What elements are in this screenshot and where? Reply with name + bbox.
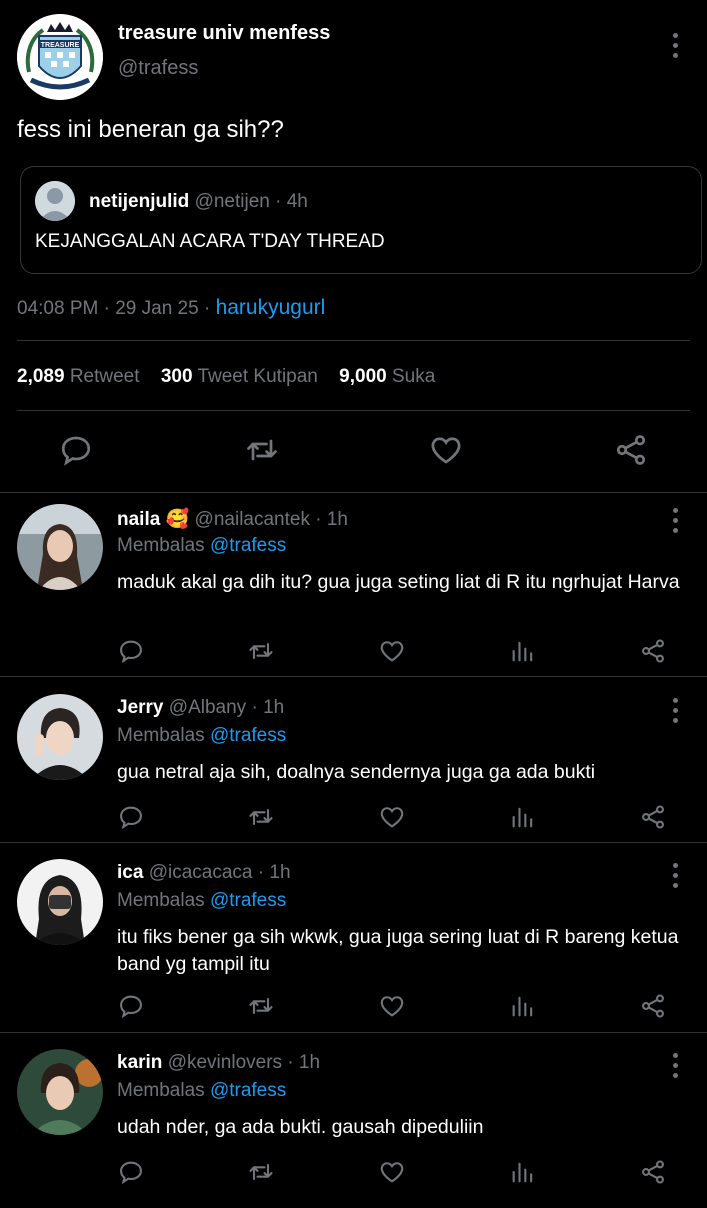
- heart-icon[interactable]: [428, 432, 464, 468]
- quoted-author-handle: @netijen: [194, 191, 270, 212]
- reply-tweet[interactable]: ica @icacacaca · 1h Membalas @trafess it…: [0, 848, 707, 1033]
- replying-to-link[interactable]: @trafess: [210, 1080, 286, 1101]
- author-handle[interactable]: @trafess: [118, 57, 198, 80]
- more-options-icon[interactable]: [669, 508, 681, 533]
- views-icon[interactable]: [509, 803, 537, 831]
- reply-icon[interactable]: [117, 992, 145, 1020]
- reply-tweet[interactable]: naila 🥰 @nailacantek · 1h Membalas @traf…: [0, 493, 707, 677]
- reply-icon[interactable]: [58, 432, 94, 468]
- reply-icon[interactable]: [117, 803, 145, 831]
- reply-actions: [117, 637, 677, 665]
- reply-icon[interactable]: [117, 637, 145, 665]
- reply-author-handle[interactable]: @kevinlovers: [168, 1052, 282, 1073]
- reply-tweet[interactable]: karin @kevinlovers · 1h Membalas @trafes…: [0, 1038, 707, 1208]
- retweet-icon[interactable]: [247, 803, 275, 831]
- reply-avatar[interactable]: [17, 1049, 103, 1135]
- like-stat[interactable]: 9,000 Suka: [339, 366, 435, 387]
- replying-to-label: Membalas: [117, 535, 205, 556]
- heart-icon[interactable]: [378, 803, 406, 831]
- more-options-icon[interactable]: [669, 33, 681, 58]
- reply-author-handle[interactable]: @icacacaca: [149, 862, 253, 883]
- reply-text: itu fiks bener ga sih wkwk, gua juga ser…: [117, 926, 679, 975]
- quoted-tweet[interactable]: netijenjulid @netijen · 4h KEJANGGALAN A…: [20, 166, 702, 274]
- share-icon[interactable]: [639, 637, 667, 665]
- reply-time: 1h: [269, 862, 291, 883]
- share-icon[interactable]: [639, 992, 667, 1020]
- tweet-date: 29 Jan 25: [115, 298, 199, 319]
- reply-author-handle[interactable]: @Albany: [169, 697, 246, 718]
- reply-author-name[interactable]: Jerry: [117, 697, 164, 718]
- avatar-crest-text: TREASURE: [41, 42, 80, 49]
- retweet-icon[interactable]: [247, 1158, 275, 1186]
- more-options-icon[interactable]: [669, 698, 681, 723]
- quoted-dot: ·: [275, 191, 282, 212]
- reply-avatar[interactable]: [17, 694, 103, 780]
- more-options-icon[interactable]: [669, 863, 681, 888]
- replying-to-label: Membalas: [117, 890, 205, 911]
- reply-icon[interactable]: [117, 1158, 145, 1186]
- reply-text: udah nder, ga ada bukti. gausah dipeduli…: [117, 1116, 484, 1138]
- reply-avatar[interactable]: [17, 859, 103, 945]
- retweet-icon[interactable]: [244, 432, 280, 468]
- more-options-icon[interactable]: [669, 1053, 681, 1078]
- share-icon[interactable]: [639, 1158, 667, 1186]
- retweet-stat[interactable]: 2,089 Retweet: [17, 366, 140, 387]
- reply-author-emoji: 🥰: [165, 509, 190, 530]
- replying-to-label: Membalas: [117, 725, 205, 746]
- views-icon[interactable]: [509, 637, 537, 665]
- reply-actions: [117, 992, 677, 1020]
- retweet-icon[interactable]: [247, 637, 275, 665]
- replying-to-label: Membalas: [117, 1080, 205, 1101]
- reply-author-name[interactable]: naila: [117, 509, 160, 530]
- reply-author-handle[interactable]: @nailacantek: [195, 509, 310, 530]
- replying-to-link[interactable]: @trafess: [210, 725, 286, 746]
- author-avatar[interactable]: TREASURE: [17, 14, 103, 100]
- quoted-time: 4h: [286, 191, 308, 212]
- views-icon[interactable]: [509, 1158, 537, 1186]
- reply-author-name[interactable]: ica: [117, 862, 143, 883]
- quoted-text: KEJANGGALAN ACARA T'DAY THREAD: [35, 231, 385, 252]
- reply-avatar[interactable]: [17, 504, 103, 590]
- heart-icon[interactable]: [378, 637, 406, 665]
- divider: [17, 340, 690, 341]
- reply-time: 1h: [298, 1052, 321, 1073]
- replying-to-link[interactable]: @trafess: [210, 890, 286, 911]
- retweet-icon[interactable]: [247, 992, 275, 1020]
- quote-tweet-stat[interactable]: 300 Tweet Kutipan: [161, 366, 318, 387]
- reply-actions: [117, 1158, 677, 1186]
- share-icon[interactable]: [613, 432, 649, 468]
- tweet-time: 04:08 PM: [17, 298, 99, 319]
- views-icon[interactable]: [509, 992, 537, 1020]
- reply-author-name[interactable]: karin: [117, 1052, 162, 1073]
- author-name[interactable]: treasure univ menfess: [118, 22, 330, 45]
- reply-time: 1h: [263, 697, 285, 718]
- replying-to-link[interactable]: @trafess: [210, 535, 286, 556]
- reply-tweet[interactable]: Jerry @Albany · 1h Membalas @trafess gua…: [0, 683, 707, 843]
- heart-icon[interactable]: [378, 1158, 406, 1186]
- tweet-text: fess ini beneran ga sih??: [17, 116, 284, 143]
- tweet-source-link[interactable]: harukyugurl: [216, 296, 326, 319]
- reply-actions: [117, 803, 677, 831]
- quoted-author-name: netijenjulid: [89, 191, 190, 212]
- heart-icon[interactable]: [378, 992, 406, 1020]
- reply-time: 1h: [326, 509, 348, 530]
- share-icon[interactable]: [639, 803, 667, 831]
- reply-text: maduk akal ga dih itu? gua juga seting l…: [117, 571, 680, 593]
- reply-text: gua netral aja sih, doalnya sendernya ju…: [117, 761, 596, 783]
- divider: [17, 410, 690, 411]
- quoted-avatar-icon: [35, 181, 75, 221]
- tweet-stats: 2,089 Retweet 300 Tweet Kutipan 9,000 Su…: [17, 366, 435, 388]
